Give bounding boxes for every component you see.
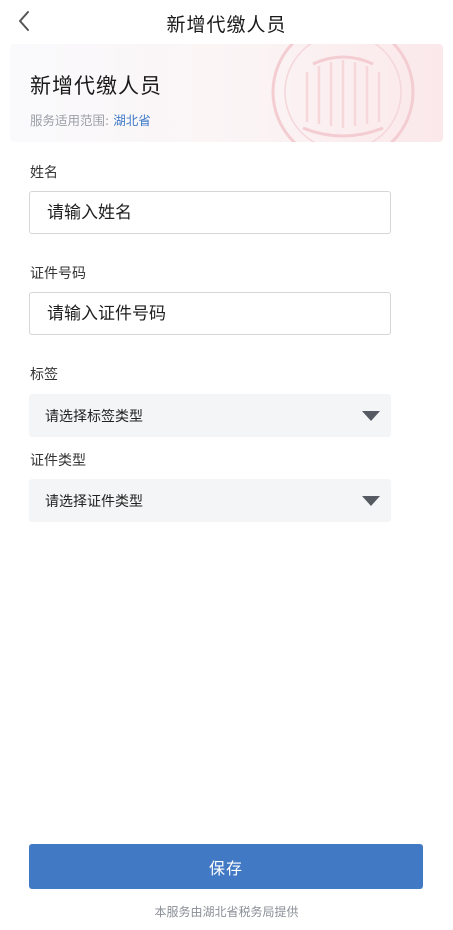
id-type-select[interactable]: 请选择证件类型 xyxy=(29,479,391,522)
service-scope: 服务适用范围: 湖北省 xyxy=(30,110,151,129)
banner-title: 新增代缴人员 xyxy=(30,74,162,98)
save-button[interactable]: 保存 xyxy=(29,844,423,889)
id-type-select-value: 请选择证件类型 xyxy=(45,494,143,510)
name-input[interactable] xyxy=(29,191,391,234)
id-type-label: 证件类型 xyxy=(30,453,86,469)
service-scope-value[interactable]: 湖北省 xyxy=(113,113,151,128)
id-number-input[interactable] xyxy=(29,292,391,335)
name-label: 姓名 xyxy=(30,165,58,181)
header-banner: 新增代缴人员 服务适用范围: 湖北省 xyxy=(10,44,443,142)
tag-select[interactable]: 请选择标签类型 xyxy=(29,394,391,437)
footer-provider-note: 本服务由湖北省税务局提供 xyxy=(154,905,299,919)
tag-select-value: 请选择标签类型 xyxy=(45,409,143,425)
navbar: 新增代缴人员 xyxy=(0,0,453,42)
page-title: 新增代缴人员 xyxy=(166,14,287,36)
tax-seal-watermark xyxy=(271,44,415,142)
tag-label: 标签 xyxy=(30,367,58,383)
service-scope-label: 服务适用范围: xyxy=(30,113,110,128)
id-number-label: 证件号码 xyxy=(30,266,86,282)
page: 新增代缴人员 新增代缴人员 服务适用范围: 湖北省 姓名 证件号码 标签 请选择… xyxy=(0,0,453,930)
triangle-down-icon xyxy=(362,496,380,506)
triangle-down-icon xyxy=(362,411,380,421)
